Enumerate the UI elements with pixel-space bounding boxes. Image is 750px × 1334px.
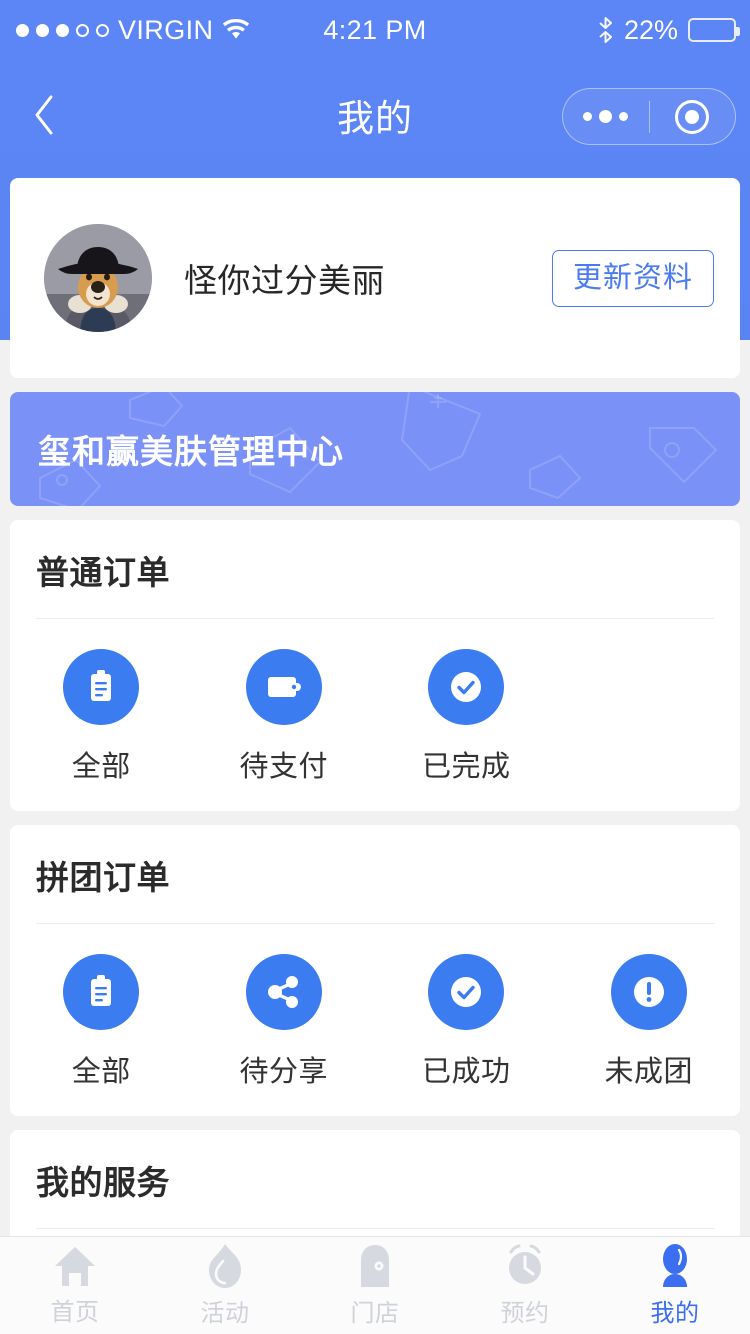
profile-card: 怪你过分美丽 更新资料 xyxy=(10,178,740,378)
grid-item-待支付[interactable]: 待支付 xyxy=(193,649,376,785)
grid-item-label: 全部 xyxy=(71,751,131,783)
grid-item-已完成[interactable]: 已完成 xyxy=(375,649,558,785)
grid-item-label: 未成团 xyxy=(604,1056,693,1088)
grid-item-label: 全部 xyxy=(71,1056,131,1088)
app-screen: VIRGIN 4:21 PM 22% 我的 怪你过分美丽 更新资料 玺和赢美肤管… xyxy=(0,0,750,1334)
tab-store[interactable]: 门店 xyxy=(300,1237,450,1334)
capsule-close-button[interactable] xyxy=(650,89,736,144)
capsule-menu-button[interactable] xyxy=(563,89,649,144)
grid-item-label: 已成功 xyxy=(421,1056,511,1088)
tab-clock[interactable]: 预约 xyxy=(450,1237,600,1334)
scroll-content: 怪你过分美丽 更新资料 玺和赢美肤管理中心 普通订单 全部 待支付 已完成 拼团… xyxy=(0,170,750,1334)
ellipsis-icon-dot xyxy=(599,110,613,123)
tab-person[interactable]: 我的 xyxy=(600,1237,750,1334)
tab-flame[interactable]: 活动 xyxy=(150,1237,300,1334)
grid-item-label: 待支付 xyxy=(239,751,328,783)
check-circle-icon xyxy=(428,649,505,725)
home-icon xyxy=(52,1244,98,1288)
person-icon xyxy=(656,1243,694,1289)
exclamation-circle-icon xyxy=(610,954,687,1030)
check-circle-icon xyxy=(428,954,505,1030)
section-title: 普通订单 xyxy=(36,554,170,591)
store-banner[interactable]: 玺和赢美肤管理中心 xyxy=(10,392,740,506)
tab-label: 首页 xyxy=(50,1299,100,1326)
ellipsis-icon-dot xyxy=(619,112,629,121)
section-grid: 全部 待分享 已成功 未成团 xyxy=(10,924,740,1116)
bottom-tab-bar: 首页 活动 门店 预约 我的 xyxy=(0,1236,750,1334)
section-title: 我的服务 xyxy=(36,1164,170,1201)
tab-label: 门店 xyxy=(350,1300,400,1327)
clipboard-icon xyxy=(63,954,140,1030)
section-grid: 全部 待支付 已完成 xyxy=(10,619,740,811)
grid-item-label: 待分享 xyxy=(239,1056,328,1088)
sections-container: 普通订单 全部 待支付 已完成 拼团订单 全部 待分享 已成功 未成团 我的服务 xyxy=(0,520,750,1334)
tab-label: 活动 xyxy=(200,1300,250,1327)
grid-item-未成团[interactable]: 未成团 xyxy=(558,954,741,1090)
avatar[interactable] xyxy=(44,224,152,332)
banner-title: 玺和赢美肤管理中心 xyxy=(38,433,344,470)
grid-item-已成功[interactable]: 已成功 xyxy=(375,954,558,1090)
status-bar-right: 22% xyxy=(597,0,740,60)
avatar-dog-hat-icon xyxy=(44,224,152,332)
miniprogram-capsule xyxy=(562,88,736,145)
grid-item-待分享[interactable]: 待分享 xyxy=(193,954,376,1090)
navigation-bar: 我的 xyxy=(0,60,750,170)
clipboard-icon xyxy=(63,649,140,725)
status-bar: VIRGIN 4:21 PM 22% xyxy=(0,0,750,60)
clock-icon xyxy=(503,1243,547,1289)
profile-nickname: 怪你过分美丽 xyxy=(184,262,385,299)
tab-home[interactable]: 首页 xyxy=(0,1237,150,1334)
tab-label: 我的 xyxy=(650,1300,700,1327)
battery-percent-label: 22% xyxy=(623,14,678,45)
flame-icon xyxy=(205,1243,245,1289)
share-icon xyxy=(245,954,322,1030)
grid-item-label: 已完成 xyxy=(421,751,511,783)
wallet-icon xyxy=(245,649,322,725)
section-title: 拼团订单 xyxy=(36,859,170,896)
target-icon xyxy=(675,99,710,134)
battery-icon xyxy=(688,18,740,42)
bluetooth-icon xyxy=(599,17,612,43)
grid-item-全部[interactable]: 全部 xyxy=(10,649,193,785)
grid-item-全部[interactable]: 全部 xyxy=(10,954,193,1090)
section-card: 普通订单全部 待支付 已完成 xyxy=(10,520,740,811)
store-icon xyxy=(354,1243,396,1289)
tab-label: 预约 xyxy=(500,1300,550,1327)
section-card: 拼团订单全部 待分享 已成功 未成团 xyxy=(10,825,740,1116)
ellipsis-icon-dot xyxy=(583,112,593,121)
update-profile-button[interactable]: 更新资料 xyxy=(551,249,714,307)
